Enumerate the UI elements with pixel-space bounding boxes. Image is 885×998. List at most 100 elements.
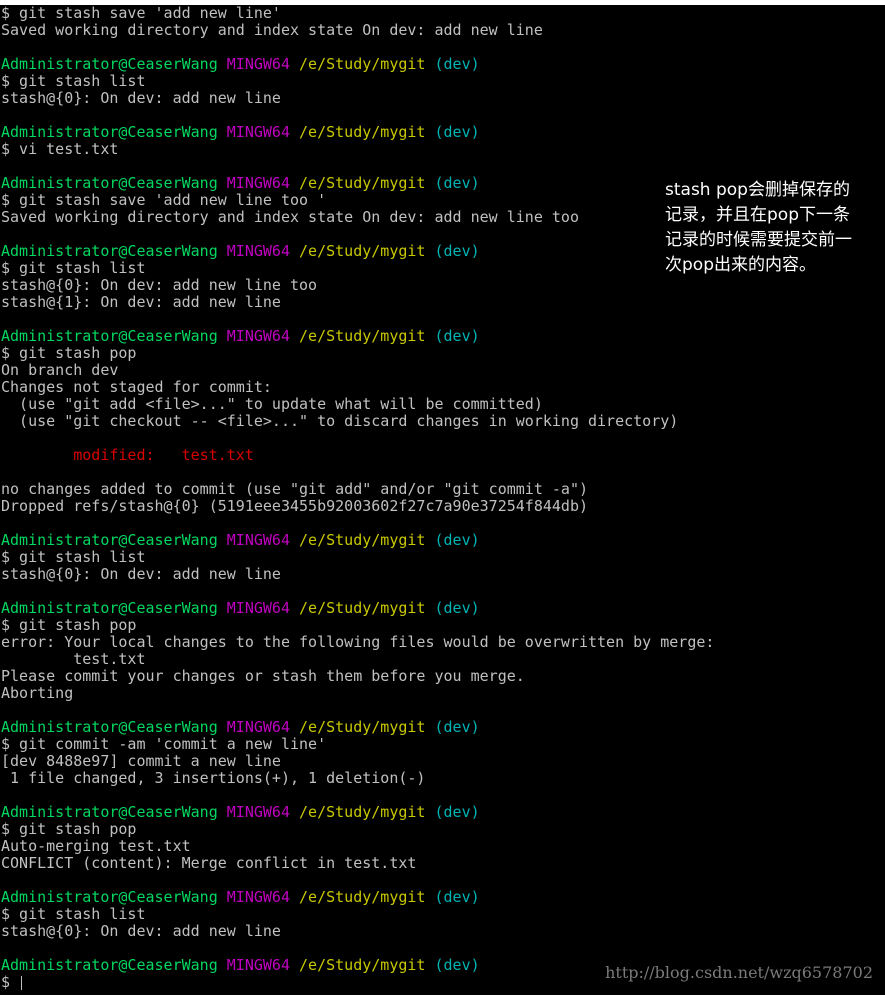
prompt-path: /e/Study/mygit (299, 123, 426, 141)
prompt-line: Administrator@CeaserWang MINGW64 /e/Stud… (1, 243, 714, 260)
prompt-branch: (dev) (434, 599, 480, 617)
terminal-output: $ git stash save 'add new line' Saved wo… (1, 5, 714, 991)
prompt-branch: (dev) (434, 174, 480, 192)
prompt-path: /e/Study/mygit (299, 888, 426, 906)
prompt-line: Administrator@CeaserWang MINGW64 /e/Stud… (1, 175, 714, 192)
prompt-user-host: Administrator@CeaserWang (1, 888, 218, 906)
modified-file-line: modified: test.txt (1, 446, 254, 464)
terminal-line: stash@{0}: On dev: add new line (1, 89, 281, 107)
prompt-line: Administrator@CeaserWang MINGW64 /e/Stud… (1, 804, 714, 821)
prompt-path: /e/Study/mygit (299, 174, 426, 192)
terminal-line: $ git stash list (1, 259, 146, 277)
prompt-branch: (dev) (434, 718, 480, 736)
terminal-line: Aborting (1, 684, 74, 702)
terminal-line: stash@{0}: On dev: add new line (1, 922, 281, 940)
terminal-line: $ git stash list (1, 905, 146, 923)
prompt-line: Administrator@CeaserWang MINGW64 /e/Stud… (1, 124, 714, 141)
prompt-path: /e/Study/mygit (299, 956, 426, 974)
prompt-env: MINGW64 (226, 888, 290, 906)
terminal-line: Auto-merging test.txt (1, 837, 191, 855)
terminal-line: Saved working directory and index state … (1, 21, 543, 39)
prompt-line: Administrator@CeaserWang MINGW64 /e/Stud… (1, 600, 714, 617)
terminal-line: (use "git checkout -- <file>..." to disc… (1, 412, 679, 430)
prompt-user-host: Administrator@CeaserWang (1, 123, 218, 141)
terminal-window[interactable]: $ git stash save 'add new line' Saved wo… (0, 5, 885, 995)
prompt-env: MINGW64 (226, 327, 290, 345)
input-prompt: $ (1, 973, 20, 991)
annotation-line: 记录的时候需要提交前一 (665, 230, 852, 250)
terminal-line: Saved working directory and index state … (1, 208, 579, 226)
terminal-line: error: Your local changes to the followi… (1, 633, 715, 651)
terminal-line: 1 file changed, 3 insertions(+), 1 delet… (1, 769, 426, 787)
terminal-line: stash@{0}: On dev: add new line (1, 565, 281, 583)
terminal-line: $ git stash save 'add new line too ' (1, 191, 327, 209)
prompt-path: /e/Study/mygit (299, 327, 426, 345)
prompt-env: MINGW64 (226, 531, 290, 549)
prompt-path: /e/Study/mygit (299, 803, 426, 821)
prompt-branch: (dev) (434, 123, 480, 141)
prompt-env: MINGW64 (226, 718, 290, 736)
prompt-branch: (dev) (434, 956, 480, 974)
terminal-line: Please commit your changes or stash them… (1, 667, 525, 685)
prompt-user-host: Administrator@CeaserWang (1, 531, 218, 549)
prompt-user-host: Administrator@CeaserWang (1, 242, 218, 260)
terminal-line: $ git stash pop (1, 820, 137, 838)
terminal-line: On branch dev (1, 361, 119, 379)
prompt-env: MINGW64 (226, 123, 290, 141)
prompt-branch: (dev) (434, 55, 480, 73)
terminal-line: Changes not staged for commit: (1, 378, 272, 396)
annotation-line: 记录，并且在pop下一条 (665, 205, 850, 225)
terminal-line: stash@{1}: On dev: add new line (1, 293, 281, 311)
annotation-line: 次pop出来的内容。 (665, 255, 816, 275)
prompt-line: Administrator@CeaserWang MINGW64 /e/Stud… (1, 889, 714, 906)
prompt-user-host: Administrator@CeaserWang (1, 599, 218, 617)
terminal-line: $ git stash list (1, 548, 146, 566)
terminal-line: no changes added to commit (use "git add… (1, 480, 588, 498)
prompt-user-host: Administrator@CeaserWang (1, 718, 218, 736)
prompt-env: MINGW64 (226, 242, 290, 260)
terminal-line: stash@{0}: On dev: add new line too (1, 276, 318, 294)
prompt-user-host: Administrator@CeaserWang (1, 956, 218, 974)
terminal-line: $ git stash save 'add new line' (1, 5, 281, 22)
terminal-line: Dropped refs/stash@{0} (5191eee3455b9200… (1, 497, 588, 515)
prompt-line: Administrator@CeaserWang MINGW64 /e/Stud… (1, 328, 714, 345)
prompt-line: Administrator@CeaserWang MINGW64 /e/Stud… (1, 532, 714, 549)
prompt-branch: (dev) (434, 888, 480, 906)
prompt-branch: (dev) (434, 531, 480, 549)
prompt-branch: (dev) (434, 242, 480, 260)
text-cursor (21, 975, 23, 990)
watermark: http://blog.csdn.net/wzq6578702 (605, 963, 873, 982)
terminal-line: CONFLICT (content): Merge conflict in te… (1, 854, 417, 872)
prompt-user-host: Administrator@CeaserWang (1, 327, 218, 345)
terminal-line: $ vi test.txt (1, 140, 119, 158)
prompt-path: /e/Study/mygit (299, 531, 426, 549)
terminal-line: test.txt (1, 650, 146, 668)
terminal-line: $ git commit -am 'commit a new line' (1, 735, 327, 753)
prompt-env: MINGW64 (226, 174, 290, 192)
prompt-path: /e/Study/mygit (299, 718, 426, 736)
terminal-line: $ git stash list (1, 72, 146, 90)
prompt-user-host: Administrator@CeaserWang (1, 174, 218, 192)
prompt-user-host: Administrator@CeaserWang (1, 803, 218, 821)
terminal-line: $ git stash pop (1, 616, 137, 634)
terminal-line: (use "git add <file>..." to update what … (1, 395, 543, 413)
annotation-note: stash pop会删掉保存的 记录，并且在pop下一条 记录的时候需要提交前一… (665, 178, 885, 278)
terminal-line: $ git stash pop (1, 344, 137, 362)
prompt-line: Administrator@CeaserWang MINGW64 /e/Stud… (1, 56, 714, 73)
prompt-env: MINGW64 (226, 55, 290, 73)
prompt-path: /e/Study/mygit (299, 599, 426, 617)
prompt-env: MINGW64 (226, 956, 290, 974)
terminal-line: [dev 8488e97] commit a new line (1, 752, 281, 770)
prompt-branch: (dev) (434, 327, 480, 345)
